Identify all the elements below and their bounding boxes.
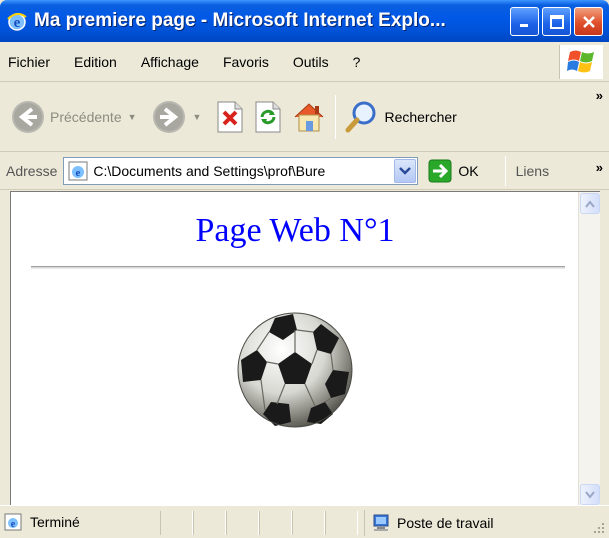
scroll-down-button[interactable]: [580, 484, 600, 505]
forward-button[interactable]: ▼: [147, 92, 212, 142]
menu-help[interactable]: ?: [341, 42, 373, 82]
refresh-icon: [255, 101, 281, 132]
menu-bar: Fichier Edition Affichage Favoris Outils…: [0, 42, 609, 82]
address-dropdown-button[interactable]: [394, 158, 417, 183]
address-bar: Adresse e OK Liens »: [0, 152, 609, 190]
address-field[interactable]: e: [63, 156, 419, 185]
page-icon: e: [68, 161, 88, 180]
forward-dropdown-icon[interactable]: ▼: [193, 112, 202, 122]
page-done-icon: e: [4, 513, 22, 531]
go-label: OK: [458, 162, 479, 179]
menu-affichage[interactable]: Affichage: [129, 42, 211, 82]
back-arrow-icon: [12, 100, 44, 133]
windows-logo: [559, 45, 603, 79]
svg-text:e: e: [11, 519, 16, 530]
menu-favoris[interactable]: Favoris: [211, 42, 281, 82]
soccer-ball-image: [237, 312, 353, 428]
search-button[interactable]: Rechercher: [340, 92, 460, 142]
svg-text:e: e: [76, 167, 81, 179]
forward-arrow-icon: [152, 100, 185, 133]
minimize-button[interactable]: [510, 7, 539, 36]
close-button[interactable]: [574, 7, 603, 36]
links-label[interactable]: Liens: [516, 163, 549, 179]
menu-edition[interactable]: Edition: [62, 42, 129, 82]
horizontal-rule: [31, 266, 565, 269]
chevron-down-icon: [585, 490, 595, 499]
window-title: Ma premiere page - Microsoft Internet Ex…: [34, 10, 446, 31]
back-dropdown-icon[interactable]: ▼: [128, 112, 137, 122]
ie-logo-icon: e: [7, 13, 27, 31]
address-input[interactable]: [93, 158, 386, 183]
standard-toolbar: Précédente ▼ ▼ Rechercher »: [0, 82, 609, 152]
search-label: Rechercher: [384, 108, 457, 125]
computer-icon: [373, 514, 389, 531]
links-overflow-icon[interactable]: »: [596, 160, 603, 175]
scroll-up-button[interactable]: [580, 193, 600, 214]
page-content: Page Web N°1: [10, 191, 600, 505]
stop-icon: [217, 101, 243, 132]
title-bar[interactable]: e Ma premiere page - Microsoft Internet …: [0, 0, 609, 42]
status-bar: e Terminé Poste de travail: [0, 505, 609, 538]
resize-grip-icon[interactable]: [593, 522, 605, 534]
close-icon: [582, 15, 595, 28]
address-label: Adresse: [6, 162, 58, 179]
svg-text:e: e: [14, 15, 21, 31]
windows-flag-icon: [566, 50, 594, 73]
maximize-icon: [549, 14, 564, 29]
chevron-down-icon: [399, 166, 412, 175]
home-icon: [295, 102, 324, 131]
stop-button[interactable]: [211, 92, 249, 142]
back-button[interactable]: Précédente ▼: [6, 92, 147, 142]
go-arrow-icon: [428, 159, 452, 182]
menu-outils[interactable]: Outils: [281, 42, 341, 82]
maximize-button[interactable]: [542, 7, 571, 36]
zone-label: Poste de travail: [397, 515, 494, 531]
chevron-up-icon: [585, 199, 595, 208]
vertical-scrollbar[interactable]: [578, 192, 600, 505]
toolbar-overflow-icon[interactable]: »: [596, 88, 603, 103]
page-heading: Page Web N°1: [195, 212, 395, 249]
security-zone[interactable]: Poste de travail: [364, 510, 494, 536]
status-text: Terminé: [30, 514, 80, 530]
go-button[interactable]: OK: [428, 159, 479, 183]
minimize-icon: [519, 23, 528, 27]
menu-fichier[interactable]: Fichier: [0, 42, 62, 82]
refresh-button[interactable]: [249, 92, 287, 142]
home-button[interactable]: [287, 92, 331, 142]
back-label: Précédente: [50, 108, 122, 125]
search-icon: [345, 101, 376, 132]
